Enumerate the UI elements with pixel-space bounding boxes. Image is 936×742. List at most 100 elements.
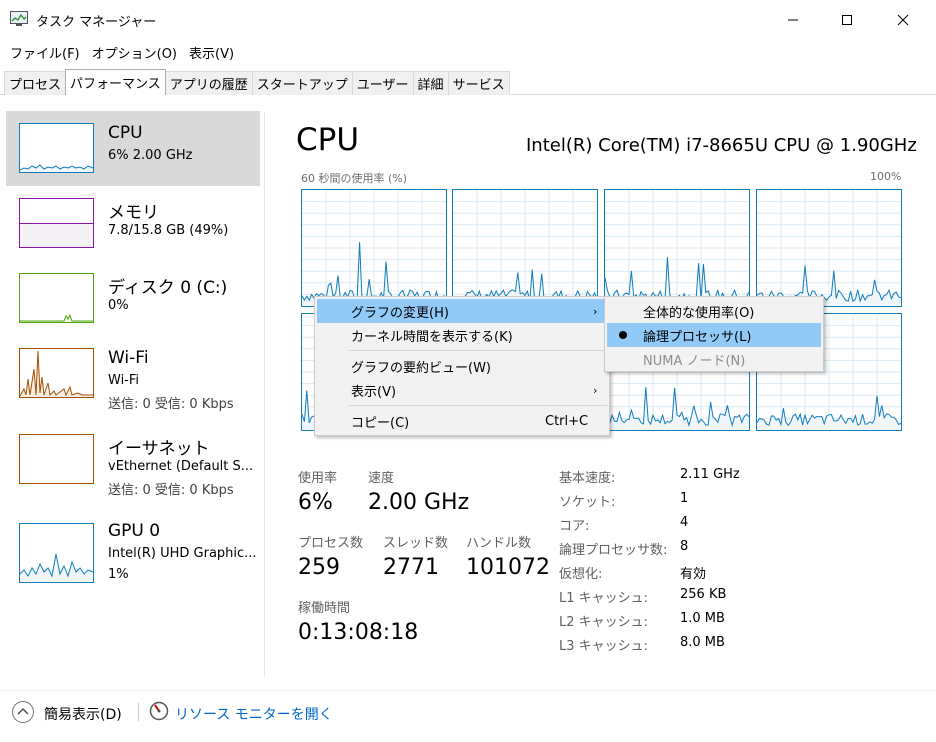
- logical-processor-graph: [452, 189, 598, 307]
- change-graph-submenu: 全体的な使用率(O) 論理プロセッサ(L) NUMA ノード(N): [604, 296, 824, 372]
- fewer-details-button[interactable]: [12, 701, 34, 723]
- uptime-label: 稼働時間: [298, 601, 351, 616]
- speed-value: 2.00 GHz: [368, 490, 470, 515]
- sidebar-item-name: ディスク 0 (C:): [108, 278, 228, 298]
- chevron-up-icon: [17, 708, 29, 715]
- info-label: 論理プロセッサ数:: [559, 543, 668, 558]
- info-label: コア:: [559, 519, 590, 534]
- submenu-logical-processors[interactable]: 論理プロセッサ(L): [607, 323, 821, 347]
- context-menu: グラフの変更(H) › カーネル時間を表示する(K) グラフの要約ビュー(W) …: [314, 296, 610, 436]
- close-icon: [897, 14, 909, 26]
- menu-show-kernel-times[interactable]: カーネル時間を表示する(K): [317, 323, 607, 347]
- info-value: 1.0 MB: [680, 611, 725, 626]
- sidebar-item-name: GPU 0: [108, 521, 161, 541]
- memory-thumbnail: [19, 198, 94, 248]
- memory-fill: [20, 223, 93, 247]
- task-manager-icon: [10, 11, 28, 26]
- info-label: L2 キャッシュ:: [559, 615, 649, 630]
- usage-value: 6%: [298, 490, 333, 515]
- speed-label: 速度: [368, 471, 395, 486]
- tab-details[interactable]: 詳細: [412, 71, 449, 95]
- info-label: ソケット:: [559, 495, 616, 510]
- menu-change-graph[interactable]: グラフの変更(H) ›: [317, 299, 607, 323]
- tab-startup[interactable]: スタートアップ: [251, 71, 353, 95]
- window-title: タスク マネージャー: [36, 15, 157, 30]
- tab-users[interactable]: ユーザー: [351, 71, 414, 95]
- graph-axis-label: 60 秒間の使用率 (%): [301, 172, 408, 185]
- menu-options[interactable]: オプション(O): [86, 43, 183, 62]
- cpu-thumbnail-graph: [19, 164, 94, 172]
- logical-processor-graph: [756, 189, 902, 307]
- resource-monitor-icon[interactable]: [149, 701, 169, 721]
- menu-separator: [349, 350, 607, 351]
- close-button[interactable]: [880, 0, 926, 40]
- ethernet-thumbnail: [19, 434, 94, 484]
- sidebar-item-sub: 6% 2.00 GHz: [108, 148, 193, 163]
- menu-file[interactable]: ファイル(F): [4, 43, 86, 62]
- sidebar-item-sub: Intel(R) UHD Graphic...: [108, 546, 257, 561]
- info-value: 1: [680, 491, 689, 506]
- sidebar-item-sub: Wi-Fi: [108, 373, 140, 388]
- tab-processes[interactable]: プロセス: [4, 71, 67, 95]
- minimize-button[interactable]: [770, 0, 816, 40]
- info-label: 仮想化:: [559, 567, 603, 582]
- menu-item-label: グラフの変更(H): [351, 305, 449, 321]
- sidebar-item-gpu[interactable]: GPU 0 Intel(R) UHD Graphic... 1%: [6, 509, 260, 584]
- logical-processor-graph: [604, 189, 750, 307]
- info-value: 256 KB: [680, 587, 727, 602]
- chevron-right-icon: ›: [593, 304, 598, 318]
- info-value: 2.11 GHz: [680, 467, 740, 482]
- tab-performance[interactable]: パフォーマンス: [65, 69, 166, 95]
- radio-selected-icon: [619, 331, 627, 339]
- menu-separator: [349, 405, 607, 406]
- cpu-thumbnail: [19, 123, 94, 173]
- sidebar-item-wifi[interactable]: Wi-Fi Wi-Fi 送信: 0 受信: 0 Kbps: [6, 336, 260, 412]
- sidebar-item-sub: vEthernet (Default S...: [108, 459, 254, 474]
- info-value: 4: [680, 515, 689, 530]
- info-label: L1 キャッシュ:: [559, 591, 649, 606]
- gpu-thumbnail-graph: [19, 553, 94, 582]
- uptime-value: 0:13:08:18: [298, 620, 419, 645]
- handles-value: 101072: [466, 555, 550, 580]
- logical-processor-graph: [301, 189, 447, 307]
- processes-value: 259: [298, 555, 340, 580]
- sidebar-item-sub2: 送信: 0 受信: 0 Kbps: [108, 397, 234, 412]
- sidebar-item-disk[interactable]: ディスク 0 (C:) 0%: [6, 261, 260, 336]
- info-label: 基本速度:: [559, 471, 616, 486]
- maximize-icon: [842, 15, 852, 25]
- fewer-details-label[interactable]: 簡易表示(D): [44, 704, 122, 724]
- info-value: 8: [680, 539, 689, 554]
- usage-label: 使用率: [298, 471, 338, 486]
- menu-summary-view[interactable]: グラフの要約ビュー(W): [317, 354, 607, 378]
- processes-label: プロセス数: [298, 536, 364, 551]
- sidebar-item-sub: 0%: [108, 298, 129, 313]
- menu-view[interactable]: 表示(V) ›: [317, 378, 607, 402]
- menu-item-label: グラフの要約ビュー(W): [351, 360, 491, 376]
- maximize-button[interactable]: [824, 0, 870, 40]
- sidebar-item-memory[interactable]: メモリ 7.8/15.8 GB (49%): [6, 186, 260, 261]
- menu-view[interactable]: 表示(V): [183, 43, 240, 62]
- sidebar-item-ethernet[interactable]: イーサネット vEthernet (Default S... 送信: 0 受信:…: [6, 422, 260, 498]
- sidebar-item-sub2: 1%: [108, 567, 129, 582]
- menu-bar: ファイル(F) オプション(O) 表示(V): [0, 40, 936, 64]
- sidebar-item-cpu[interactable]: CPU 6% 2.00 GHz: [6, 111, 260, 186]
- sidebar-item-sub2: 送信: 0 受信: 0 Kbps: [108, 483, 234, 498]
- tab-services[interactable]: サービス: [447, 71, 510, 95]
- disk-thumbnail-graph: [20, 313, 93, 322]
- wifi-thumbnail-graph: [19, 350, 93, 397]
- chevron-right-icon: ›: [593, 383, 598, 397]
- menu-copy[interactable]: コピー(C) Ctrl+C: [317, 409, 607, 433]
- wifi-thumbnail: [19, 348, 94, 398]
- sidebar-item-name: Wi-Fi: [108, 348, 149, 368]
- gpu-thumbnail: [19, 523, 94, 583]
- tab-app-history[interactable]: アプリの履歴: [164, 71, 253, 95]
- threads-label: スレッド数: [383, 536, 449, 551]
- open-resource-monitor-link[interactable]: リソース モニターを開く: [175, 704, 333, 724]
- info-value: 8.0 MB: [680, 635, 725, 650]
- menu-item-label: NUMA ノード(N): [643, 353, 746, 369]
- menu-shortcut: Ctrl+C: [545, 413, 589, 429]
- submenu-overall-utilization[interactable]: 全体的な使用率(O): [607, 299, 821, 323]
- menu-item-label: 論理プロセッサ(L): [643, 329, 752, 345]
- menu-item-label: 表示(V): [351, 384, 397, 400]
- sidebar: CPU 6% 2.00 GHz メモリ 7.8/15.8 GB (49%) ディ…: [0, 104, 265, 684]
